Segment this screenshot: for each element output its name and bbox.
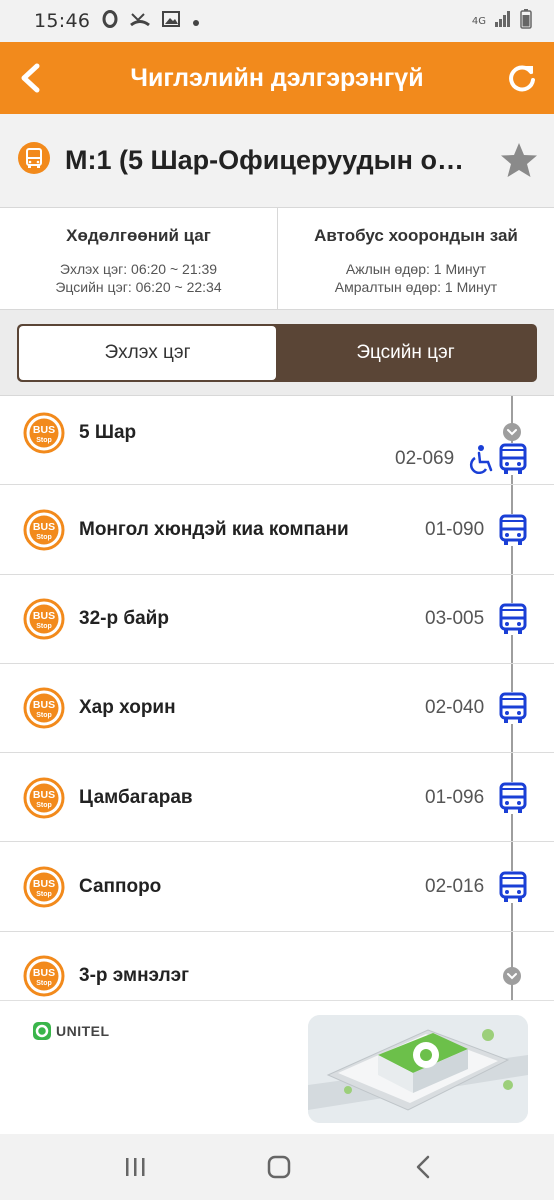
svg-text:BUS: BUS bbox=[33, 699, 55, 711]
direction-toggle: Эхлэх цэг Эцсийн цэг bbox=[17, 324, 537, 382]
chevron-down-icon[interactable] bbox=[502, 966, 522, 986]
stop-row[interactable]: BUS Stop Цамбагарав 01-096 bbox=[0, 753, 554, 843]
chevron-down-icon[interactable] bbox=[502, 422, 522, 442]
svg-text:Stop: Stop bbox=[36, 802, 52, 809]
network-type: 4G bbox=[471, 15, 486, 27]
bus-plate-number: 01-090 bbox=[425, 518, 485, 540]
status-time: 15:46 bbox=[34, 10, 91, 32]
back-button[interactable] bbox=[10, 58, 50, 98]
refresh-button[interactable] bbox=[502, 58, 542, 98]
battery-icon bbox=[520, 9, 532, 33]
stop-row[interactable]: BUS Stop 3-р эмнэлэг bbox=[0, 932, 554, 1000]
bus-plate-number: 02-016 bbox=[425, 876, 485, 897]
interval-info: Автобус хоорондын зай Ажлын өдөр: 1 Мину… bbox=[277, 208, 554, 309]
stop-row[interactable]: BUS Stop Монгол хюндэй киа компани 01-090 bbox=[0, 485, 554, 575]
tab-start-point[interactable]: Эхлэх цэг bbox=[19, 326, 276, 380]
page-title: Чиглэлийн дэлгэрэнгүй bbox=[130, 63, 424, 92]
bus-plate-number: 02-069 bbox=[395, 448, 455, 469]
bus-stop-icon: BUS Stop bbox=[23, 509, 65, 551]
schedule-end-line: Эцсийн цэг: 06:20 ~ 22:34 bbox=[55, 279, 222, 295]
stop-name: 32-р байр bbox=[79, 608, 169, 630]
direction-toggle-area: Эхлэх цэг Эцсийн цэг bbox=[0, 310, 554, 396]
svg-text:Stop: Stop bbox=[36, 712, 52, 719]
bus-stop-icon: BUS Stop bbox=[23, 955, 65, 997]
interval-heading: Автобус хоорондын зай bbox=[314, 226, 518, 245]
route-info-panel: Хөдөлгөөний цаг Эхлэх цэг: 06:20 ~ 21:39… bbox=[0, 208, 554, 310]
route-name: М:1 (5 Шар-Офицеруудын орд... bbox=[65, 145, 473, 175]
bus-icon[interactable] bbox=[498, 692, 528, 725]
ad-image bbox=[308, 1015, 528, 1123]
ad-brand-name: UNITEL bbox=[56, 1023, 110, 1039]
wheelchair-icon bbox=[467, 444, 495, 475]
route-header: М:1 (5 Шар-Офицеруудын орд... bbox=[0, 114, 554, 208]
bus-icon[interactable] bbox=[498, 513, 528, 546]
refresh-icon bbox=[509, 65, 535, 92]
svg-text:BUS: BUS bbox=[33, 521, 55, 533]
interval-weekday-line: Ажлын өдөр: 1 Минут bbox=[345, 261, 487, 277]
svg-text:BUS: BUS bbox=[33, 789, 55, 801]
stop-row[interactable]: BUS Stop Саппоро 02-016 bbox=[0, 843, 554, 932]
app-bar: Чиглэлийн дэлгэрэнгүй bbox=[0, 42, 554, 114]
home-button[interactable] bbox=[264, 1154, 294, 1180]
recent-apps-button[interactable] bbox=[120, 1154, 150, 1180]
stop-row[interactable]: BUS Stop Хар хорин 02-040 bbox=[0, 664, 554, 754]
stop-name: Саппоро bbox=[79, 876, 162, 897]
bus-stop-icon: BUS Stop bbox=[23, 412, 65, 454]
missed-call-icon bbox=[130, 10, 151, 32]
stop-name: 3-р эмнэлэг bbox=[79, 965, 190, 987]
opera-icon bbox=[102, 10, 118, 32]
svg-text:BUS: BUS bbox=[33, 878, 55, 890]
bus-icon[interactable] bbox=[498, 781, 528, 814]
system-back-icon bbox=[416, 1155, 430, 1179]
status-bar: 15:46 4G bbox=[0, 0, 554, 42]
bus-plate-number: 02-040 bbox=[425, 697, 485, 719]
tab-end-point[interactable]: Эцсийн цэг bbox=[276, 326, 535, 380]
system-back-button[interactable] bbox=[408, 1154, 438, 1180]
bus-stop-icon: BUS Stop bbox=[23, 598, 65, 640]
stop-row[interactable]: BUS Stop 32-р байр 03-005 bbox=[0, 575, 554, 664]
favorite-star-button[interactable] bbox=[500, 142, 538, 183]
svg-text:BUS: BUS bbox=[33, 967, 55, 979]
schedule-start-line: Эхлэх цэг: 06:20 ~ 21:39 bbox=[59, 261, 218, 277]
schedule-heading: Хөдөлгөөний цаг bbox=[66, 226, 211, 245]
back-arrow-icon bbox=[21, 63, 40, 93]
svg-text:Stop: Stop bbox=[36, 623, 52, 630]
ad-banner[interactable]: UNITEL bbox=[0, 1000, 554, 1134]
svg-text:BUS: BUS bbox=[33, 424, 55, 436]
star-icon bbox=[501, 143, 537, 177]
bus-icon[interactable] bbox=[498, 443, 528, 475]
svg-text:BUS: BUS bbox=[33, 610, 55, 622]
schedule-info: Хөдөлгөөний цаг Эхлэх цэг: 06:20 ~ 21:39… bbox=[0, 208, 277, 309]
bus-plate-number: 01-096 bbox=[425, 786, 485, 808]
route-bus-icon bbox=[17, 141, 51, 180]
svg-text:Stop: Stop bbox=[36, 891, 52, 898]
recent-apps-icon bbox=[126, 1158, 145, 1176]
gallery-icon bbox=[162, 10, 181, 32]
bus-plate-number: 03-005 bbox=[425, 608, 485, 630]
stop-row[interactable]: BUS Stop 5 Шар 02-069 bbox=[0, 396, 554, 486]
notification-dot-icon bbox=[192, 12, 200, 31]
bus-stop-icon: BUS Stop bbox=[23, 866, 65, 908]
stop-name: Хар хорин bbox=[79, 697, 176, 719]
stop-name: 5 Шар bbox=[79, 422, 137, 443]
stop-list[interactable]: BUS Stop 5 Шар 02-069 BUS Stop Монгол хюндэй к… bbox=[0, 396, 554, 1000]
bus-icon[interactable] bbox=[498, 871, 528, 903]
bus-icon[interactable] bbox=[498, 603, 528, 636]
stop-name: Цамбагарав bbox=[79, 786, 193, 808]
signal-icon bbox=[494, 10, 512, 32]
interval-weekend-line: Амралтын өдөр: 1 Минут bbox=[334, 279, 498, 295]
svg-text:Stop: Stop bbox=[36, 534, 52, 541]
svg-text:Stop: Stop bbox=[36, 980, 52, 987]
home-icon bbox=[267, 1155, 291, 1179]
svg-text:Stop: Stop bbox=[36, 437, 52, 444]
stop-name: Монгол хюндэй киа компани bbox=[79, 518, 349, 540]
system-nav-bar bbox=[0, 1134, 554, 1200]
unitel-logo: UNITEL bbox=[32, 1021, 110, 1041]
bus-stop-icon: BUS Stop bbox=[23, 777, 65, 819]
bus-stop-icon: BUS Stop bbox=[23, 687, 65, 729]
